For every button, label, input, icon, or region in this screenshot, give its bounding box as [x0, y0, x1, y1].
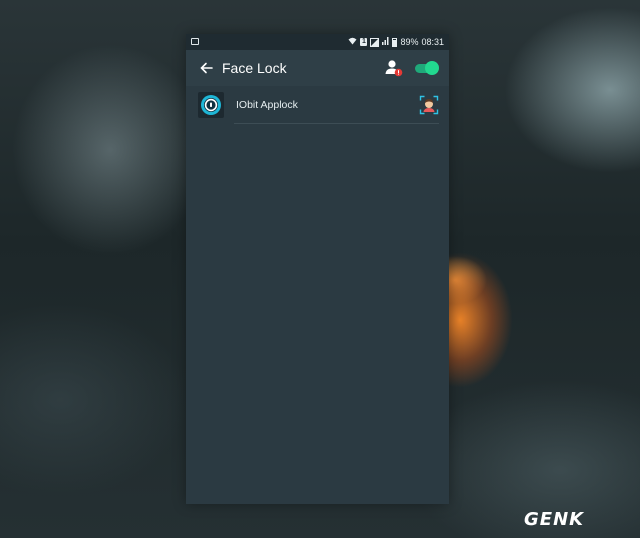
status-icons: 1 89% 08:31 [348, 36, 444, 48]
face-profile-button[interactable] [383, 57, 405, 79]
phone-screen: 1 89% 08:31 Face Lock IObit Applock [186, 34, 449, 504]
clock: 08:31 [421, 37, 444, 47]
divider [234, 123, 439, 124]
app-label: IObit Applock [236, 99, 298, 111]
page-title: Face Lock [222, 60, 287, 76]
gallery-notification-icon [191, 38, 199, 45]
signal-bars-icon [382, 36, 389, 48]
screen: { "status_bar": { "battery": "89%", "tim… [0, 0, 640, 538]
user-alert-icon [385, 60, 403, 77]
sim-icon: 1 [360, 38, 368, 46]
face-lock-toggle[interactable] [415, 61, 439, 75]
list-item[interactable]: IObit Applock [186, 88, 449, 124]
battery-icon [392, 37, 398, 47]
watermark-logo: GENK [524, 509, 585, 530]
status-bar: 1 89% 08:31 [186, 34, 449, 50]
face-scan-icon [419, 95, 439, 115]
face-scan-button[interactable] [419, 95, 439, 115]
signal-icon [370, 37, 380, 47]
back-button[interactable] [194, 56, 218, 80]
arrow-left-icon [199, 62, 213, 74]
wifi-icon [348, 36, 357, 48]
toggle-knob [425, 61, 439, 75]
toolbar: Face Lock [186, 50, 449, 86]
battery-percent: 89% [400, 37, 419, 47]
iobit-applock-icon [198, 92, 224, 118]
